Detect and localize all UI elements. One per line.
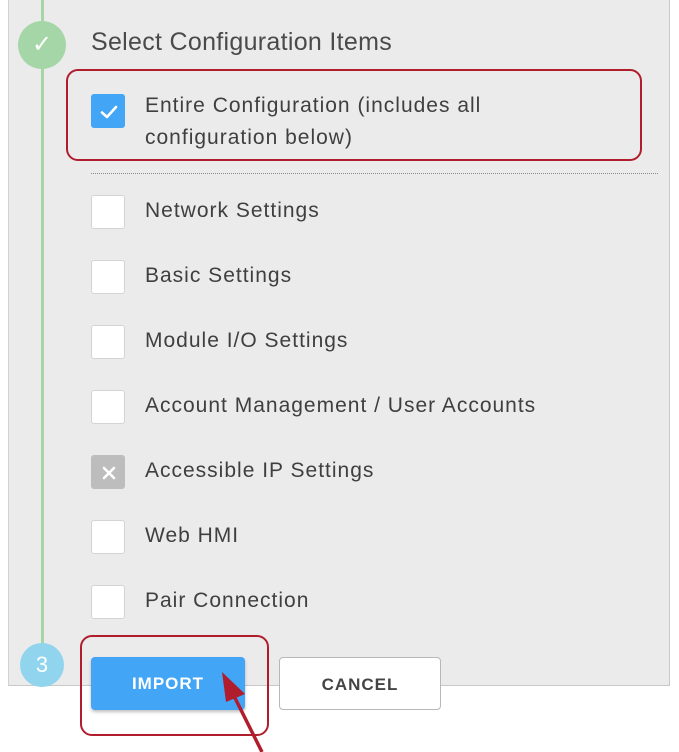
accessible-ip-settings-label: Accessible IP Settings: [145, 459, 375, 482]
account-management-label: Account Management / User Accounts: [145, 394, 537, 417]
step-complete-check-icon: ✓: [18, 21, 66, 69]
cancel-button[interactable]: CANCEL: [279, 657, 441, 710]
section-title: Select Configuration Items: [91, 28, 393, 56]
checkbox-network-settings[interactable]: [91, 195, 125, 229]
checkbox-module-io-settings[interactable]: [91, 325, 125, 359]
checkbox-basic-settings[interactable]: [91, 260, 125, 294]
highlight-callout-entire-configuration: [66, 69, 642, 161]
stepper-line: [41, 0, 44, 665]
highlight-callout-import: [80, 635, 269, 736]
checkbox-account-management[interactable]: [91, 390, 125, 424]
module-io-settings-label: Module I/O Settings: [145, 329, 349, 352]
separator: [91, 173, 658, 174]
x-mark-icon: [102, 466, 116, 480]
checkbox-web-hmi[interactable]: [91, 520, 125, 554]
pair-connection-label: Pair Connection: [145, 589, 310, 612]
step-number-badge: 3: [20, 643, 64, 687]
checkbox-accessible-ip-settings[interactable]: [91, 455, 125, 489]
checkbox-pair-connection[interactable]: [91, 585, 125, 619]
network-settings-label: Network Settings: [145, 199, 320, 222]
web-hmi-label: Web HMI: [145, 524, 240, 547]
basic-settings-label: Basic Settings: [145, 264, 293, 287]
